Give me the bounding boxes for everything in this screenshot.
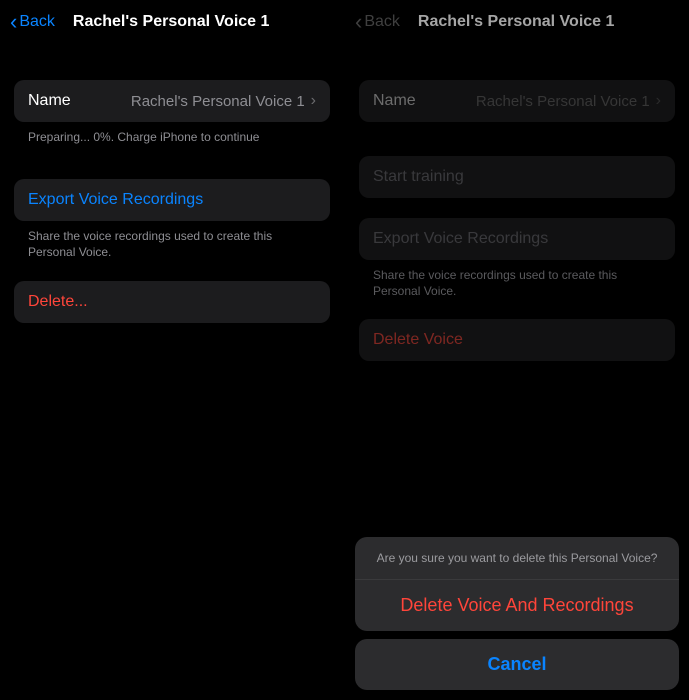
status-footer: Preparing... 0%. Charge iPhone to contin… <box>14 122 330 145</box>
cancel-button[interactable]: Cancel <box>355 639 679 690</box>
delete-button[interactable]: Delete... <box>14 281 330 323</box>
delete-label: Delete... <box>28 293 88 310</box>
back-label: Back <box>19 13 55 31</box>
export-label: Export Voice Recordings <box>28 191 203 208</box>
settings-screen-left: ‹ Back Rachel's Personal Voice 1 Name Ra… <box>0 0 344 700</box>
page-title: Rachel's Personal Voice 1 <box>73 13 270 31</box>
action-sheet-overlay[interactable]: Are you sure you want to delete this Per… <box>345 0 689 700</box>
name-label: Name <box>28 92 71 110</box>
chevron-left-icon: ‹ <box>10 11 17 33</box>
export-recordings-button[interactable]: Export Voice Recordings <box>14 179 330 221</box>
export-footer: Share the voice recordings used to creat… <box>14 221 330 260</box>
action-sheet: Are you sure you want to delete this Per… <box>355 537 679 631</box>
nav-header: ‹ Back Rachel's Personal Voice 1 <box>0 0 344 44</box>
back-button[interactable]: ‹ Back <box>10 11 55 33</box>
cancel-sheet: Cancel <box>355 639 679 690</box>
sheet-message: Are you sure you want to delete this Per… <box>355 537 679 580</box>
name-row[interactable]: Name Rachel's Personal Voice 1 › <box>14 80 330 122</box>
name-value-text: Rachel's Personal Voice 1 <box>131 93 305 110</box>
chevron-right-icon: › <box>311 92 316 110</box>
content-area: Name Rachel's Personal Voice 1 › Prepari… <box>0 80 344 323</box>
settings-screen-right: ‹ Back Rachel's Personal Voice 1 Name Ra… <box>345 0 689 700</box>
name-value: Rachel's Personal Voice 1 › <box>131 92 316 110</box>
delete-voice-and-recordings-button[interactable]: Delete Voice And Recordings <box>355 580 679 631</box>
